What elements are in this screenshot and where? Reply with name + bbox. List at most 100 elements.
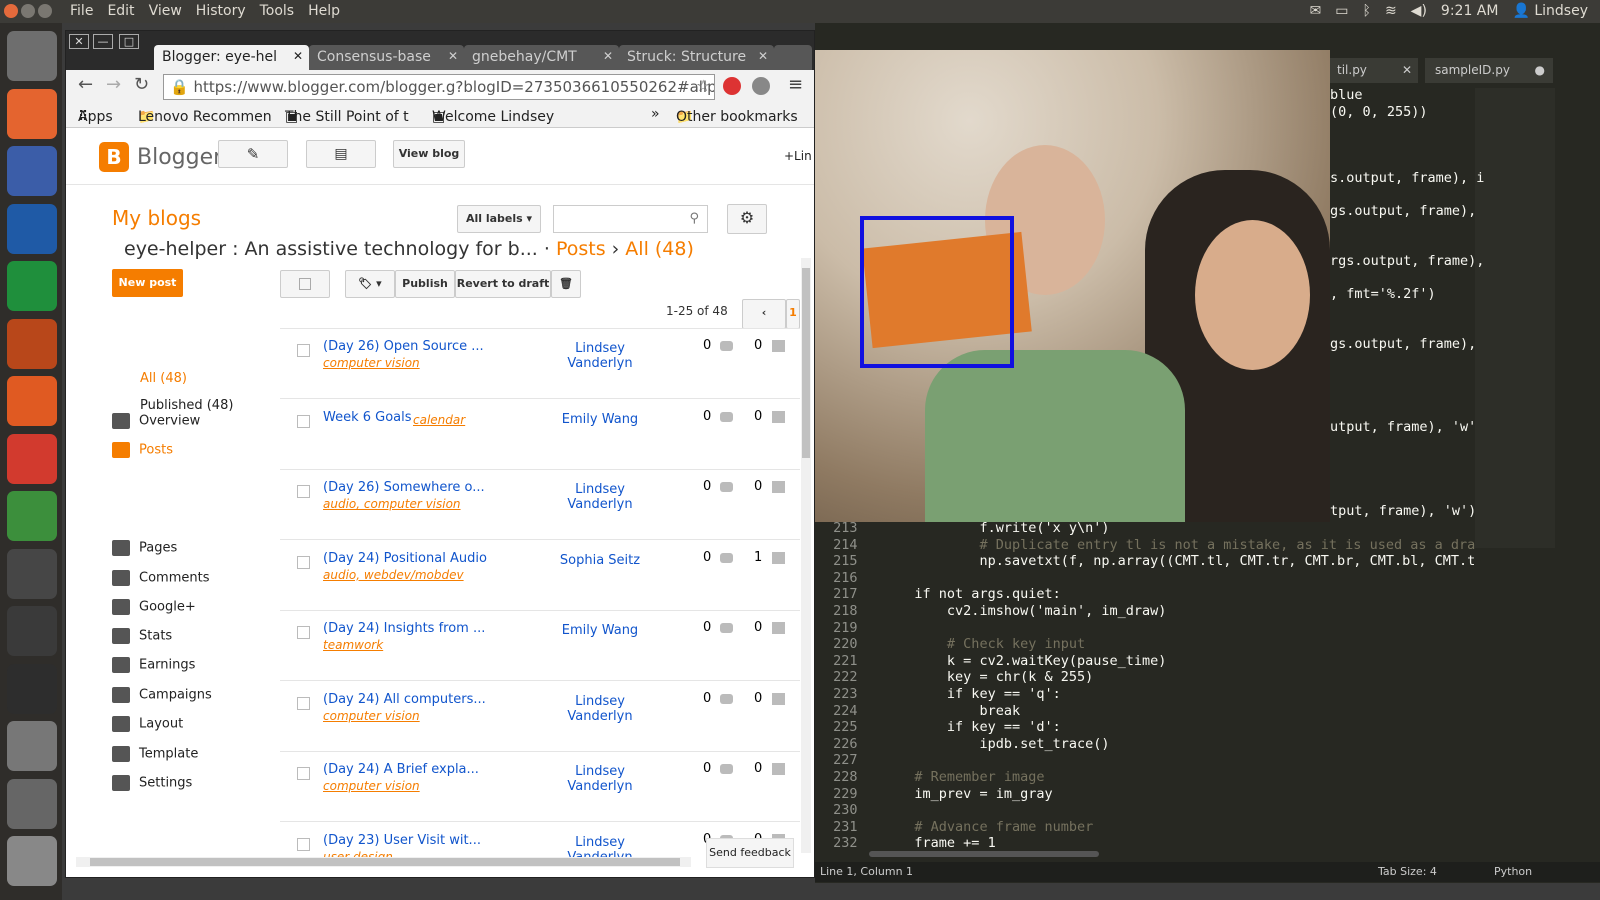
workspace-icon[interactable] (7, 778, 57, 829)
chrome-icon[interactable] (7, 491, 57, 541)
help-icon[interactable] (7, 721, 57, 771)
code-line[interactable]: 224 break (825, 703, 1020, 719)
url-bar[interactable]: 🔒 https://www.blogger.com/blogger.g?blog… (163, 74, 715, 100)
code-line[interactable]: 220 # Check key input (825, 636, 1085, 652)
impress-icon[interactable] (7, 318, 57, 369)
post-checkbox[interactable] (297, 696, 310, 710)
post-author[interactable]: Lindsey Vanderlyn (550, 341, 650, 371)
extension-icon-2[interactable] (752, 77, 770, 95)
clock[interactable]: 9:21 AM (1441, 3, 1499, 19)
software-center-icon[interactable] (7, 376, 57, 426)
blog-title[interactable]: eye-helper : An assistive technology for… (124, 238, 538, 260)
reload-icon[interactable]: ↻ (134, 74, 149, 95)
vertical-scrollbar[interactable] (801, 258, 811, 853)
code-line[interactable]: 221 k = cv2.waitKey(pause_time) (825, 653, 1166, 669)
maximize-icon[interactable] (38, 4, 52, 18)
maximize-icon[interactable]: □ (119, 34, 139, 49)
writer-icon[interactable] (7, 203, 57, 254)
code-line[interactable]: 223 if key == 'q': (825, 686, 1061, 702)
menu-edit[interactable]: Edit (107, 3, 134, 19)
minimap[interactable] (1475, 88, 1555, 548)
post-title-link[interactable]: (Day 26) Open Source ... (323, 339, 484, 354)
menu-tools[interactable]: Tools (260, 3, 295, 19)
sidebar-item-comments[interactable]: Comments (112, 570, 209, 586)
extension-icon[interactable] (723, 77, 741, 95)
blogger-logo[interactable]: B Blogger (99, 142, 222, 172)
label-dropdown[interactable]: 🏷 ▾ (345, 270, 395, 298)
post-author[interactable]: Lindsey Vanderlyn (550, 694, 650, 724)
code-line[interactable]: 218 cv2.imshow('main', im_draw) (825, 603, 1166, 619)
code-line[interactable]: 227 (825, 752, 882, 768)
tab-size[interactable]: Tab Size: 4 (1378, 865, 1437, 878)
sidebar-item-posts[interactable]: Posts (112, 442, 173, 458)
new-post-button[interactable]: New post (112, 269, 183, 297)
minimize-icon[interactable]: — (93, 34, 113, 49)
sidebar-item-layout[interactable]: Layout (112, 716, 183, 732)
editor-tab-1[interactable]: til.py ✕ (1329, 58, 1418, 83)
settings-button[interactable]: ⚙ (727, 204, 767, 234)
menu-file[interactable]: File (70, 3, 93, 19)
post-checkbox[interactable] (297, 414, 310, 428)
view-blog-button[interactable]: View blog (393, 140, 465, 168)
close-icon[interactable]: ✕ (603, 49, 613, 63)
volume-icon[interactable]: ◀) (1411, 3, 1427, 19)
post-row[interactable]: (Day 24) A Brief expla... computer vision… (280, 752, 800, 822)
post-title-link[interactable]: (Day 24) A Brief expla... (323, 762, 479, 777)
sidebar-item-pages[interactable]: Pages (112, 540, 177, 556)
system-settings-icon[interactable] (7, 433, 57, 484)
sub-published[interactable]: Published (48) (140, 398, 233, 413)
post-labels[interactable]: calendar (413, 413, 465, 427)
close-icon[interactable]: ✕ (758, 49, 768, 63)
post-row[interactable]: (Day 24) All computers... computer vision… (280, 682, 800, 752)
post-row[interactable]: Week 6 Goals calendar Emily Wang 0 0 (280, 400, 800, 470)
tab-struck[interactable]: Struck: Structure ✕ (619, 45, 774, 70)
post-labels[interactable]: audio, computer vision (323, 497, 461, 511)
sidebar-item-campaigns[interactable]: Campaigns (112, 687, 212, 703)
search-input[interactable]: ⚲ (553, 205, 708, 233)
wifi-icon[interactable]: ≋ (1385, 3, 1397, 19)
post-author[interactable]: Sophia Seitz (550, 553, 650, 568)
cursor-position[interactable]: Line 1, Column 1 (820, 865, 913, 878)
post-author[interactable]: Emily Wang (550, 623, 650, 638)
close-icon[interactable]: ✕ (293, 49, 303, 63)
user-link[interactable]: +Lin (784, 149, 812, 163)
code-line[interactable]: 215 np.savetxt(f, np.array((CMT.tl, CMT.… (825, 553, 1475, 569)
window-controls[interactable] (4, 4, 52, 18)
post-row[interactable]: (Day 26) Open Source ... computer vision L… (280, 329, 800, 399)
star-icon[interactable]: ☆ (696, 76, 710, 95)
battery-icon[interactable]: ▭ (1335, 3, 1348, 19)
steam-icon[interactable] (7, 548, 57, 599)
post-row[interactable]: (Day 24) Insights from ... teamwork Emily … (280, 611, 800, 681)
forward-icon[interactable]: → (106, 74, 121, 95)
code-line[interactable]: 229 im_prev = im_gray (825, 786, 1052, 802)
page-1-button[interactable]: 1 (786, 299, 800, 329)
post-title-link[interactable]: Week 6 Goals (323, 410, 412, 425)
post-author[interactable]: Lindsey Vanderlyn (550, 764, 650, 794)
code-line[interactable]: 217 if not args.quiet: (825, 586, 1061, 602)
close-icon[interactable]: ✕ (69, 34, 89, 49)
trash-icon[interactable] (7, 836, 57, 886)
post-labels[interactable]: computer vision (323, 779, 420, 793)
all-labels-dropdown[interactable]: All labels ▾ (457, 205, 541, 233)
sidebar-item-overview[interactable]: Overview (112, 413, 200, 429)
prev-page-button[interactable]: ‹ (742, 299, 786, 329)
post-checkbox[interactable] (297, 344, 310, 357)
back-icon[interactable]: ← (78, 74, 93, 95)
tab-consensus[interactable]: Consensus-base ✕ (309, 45, 464, 70)
post-checkbox[interactable] (297, 555, 310, 569)
post-labels[interactable]: audio, webdev/mobdev (323, 568, 464, 582)
post-labels[interactable]: computer vision (323, 356, 420, 370)
code-line[interactable]: 214 # Duplicate entry tl is not a mistak… (825, 537, 1475, 553)
post-row[interactable]: (Day 24) Positional Audio audio, webdev/m… (280, 541, 800, 611)
post-title-link[interactable]: (Day 24) All computers... (323, 692, 486, 707)
menu-icon[interactable]: ≡ (788, 74, 803, 95)
code-line[interactable]: 228 # Remember image (825, 769, 1044, 785)
sidebar-item-earnings[interactable]: Earnings (112, 657, 195, 673)
horizontal-scrollbar[interactable] (76, 857, 691, 867)
horizontal-scrollbar[interactable] (869, 851, 1099, 857)
minimize-icon[interactable] (21, 4, 35, 18)
code-line[interactable]: 230 (825, 802, 882, 818)
code-line[interactable]: 225 if key == 'd': (825, 719, 1061, 735)
menu-view[interactable]: View (149, 3, 182, 19)
tab-cmt[interactable]: gnebehay/CMT ✕ (464, 45, 619, 70)
